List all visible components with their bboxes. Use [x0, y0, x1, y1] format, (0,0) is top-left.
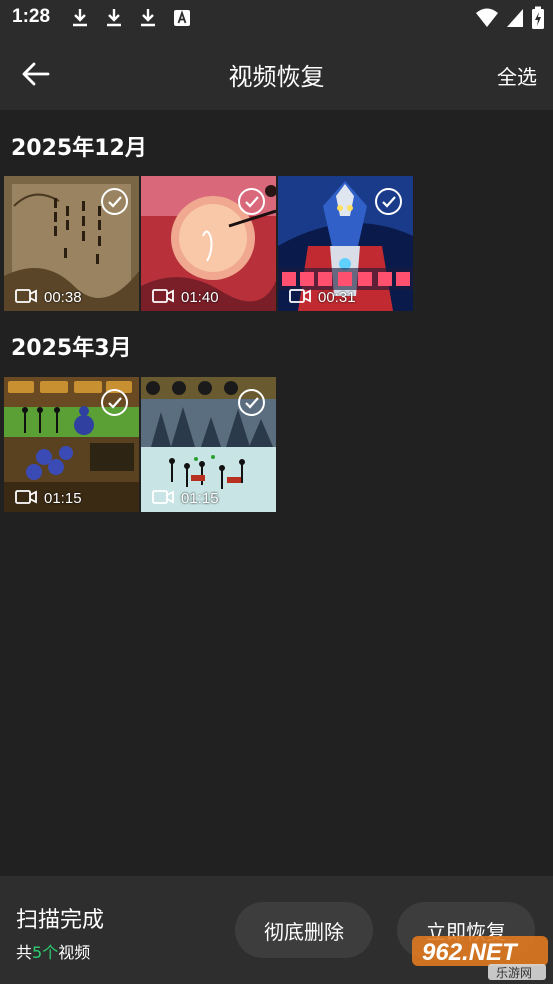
video-camera-icon — [152, 490, 174, 504]
group-date-title: 2025年12月 — [11, 136, 147, 161]
video-thumbnail[interactable]: 01:15 — [4, 377, 139, 512]
selected-check-icon[interactable] — [238, 389, 265, 416]
video-duration: 01:15 — [181, 490, 219, 507]
app-a-icon — [174, 10, 190, 26]
app-bar: 视频恢复 全选 — [0, 36, 553, 110]
video-camera-icon — [15, 490, 37, 504]
video-camera-icon — [152, 289, 174, 303]
scan-status-text: 扫描完成 — [16, 908, 105, 933]
selected-check-icon[interactable] — [238, 188, 265, 215]
download-icon — [107, 9, 121, 27]
count-suffix: 视频 — [58, 943, 91, 962]
video-camera-icon — [289, 289, 311, 303]
video-duration: 01:15 — [44, 490, 82, 507]
selected-check-icon[interactable] — [375, 188, 402, 215]
video-thumbnail[interactable]: 01:15 — [141, 377, 276, 512]
download-icon — [141, 9, 155, 27]
notification-icons — [68, 6, 194, 30]
video-thumbnail[interactable]: 00:31 — [278, 176, 413, 311]
count-value: 5个 — [32, 943, 59, 962]
status-time: 1:28 — [12, 6, 51, 27]
battery-icon — [532, 6, 544, 29]
video-duration: 00:31 — [318, 289, 356, 306]
select-all-button[interactable]: 全选 — [497, 61, 537, 90]
video-count: 共5个视频 — [16, 939, 90, 963]
status-bar: 1:28 — [0, 0, 553, 36]
delete-permanently-button[interactable]: 彻底删除 — [235, 902, 373, 958]
site-watermark-logo: 962.NET 乐游网 — [412, 936, 548, 980]
video-camera-icon — [15, 289, 37, 303]
selected-check-icon[interactable] — [101, 389, 128, 416]
count-prefix: 共 — [16, 943, 33, 962]
selected-check-icon[interactable] — [101, 188, 128, 215]
group-date-title: 2025年3月 — [11, 336, 132, 361]
video-duration: 01:40 — [181, 289, 219, 306]
download-icon — [73, 9, 87, 27]
svg-text:962.NET: 962.NET — [422, 939, 519, 966]
signal-icon — [507, 9, 523, 27]
video-thumbnail[interactable]: 01:40 — [141, 176, 276, 311]
video-thumbnail[interactable]: 00:38 — [4, 176, 139, 311]
video-duration: 00:38 — [44, 289, 82, 306]
page-title: 视频恢复 — [228, 63, 325, 91]
wifi-icon — [476, 8, 498, 27]
system-icons — [475, 6, 545, 30]
svg-text:乐游网: 乐游网 — [496, 966, 532, 980]
